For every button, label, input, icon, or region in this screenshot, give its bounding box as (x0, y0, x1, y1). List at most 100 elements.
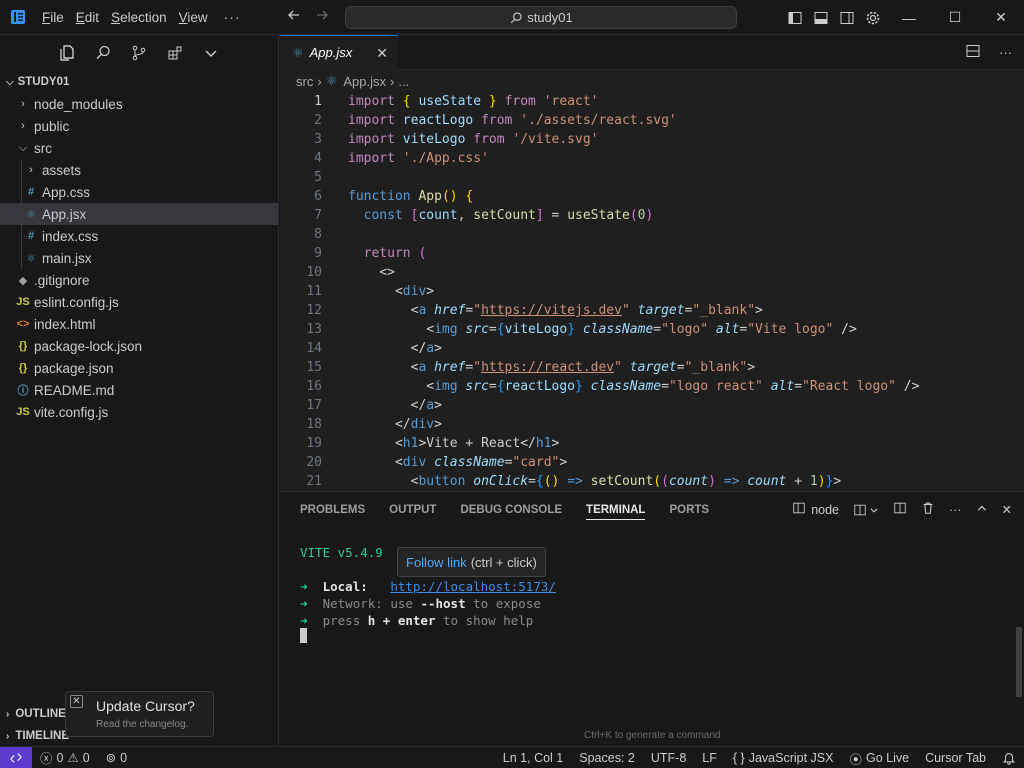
split-terminal-icon[interactable] (893, 501, 907, 518)
tree-file-gitignore[interactable]: ◆ .gitignore (0, 269, 278, 291)
tree-item-label: index.html (34, 316, 96, 332)
menu-file[interactable]: File (36, 0, 70, 35)
tree-folder-src[interactable]: ⌵ src (0, 137, 278, 159)
back-arrow-icon[interactable] (286, 7, 302, 28)
tree-file-index-css[interactable]: # index.css (0, 225, 278, 247)
tree-file-main-jsx[interactable]: ⚛ main.jsx (0, 247, 278, 269)
breadcrumb-folder[interactable]: src (296, 74, 313, 89)
update-notification[interactable]: ✕ Update Cursor? Read the changelog. (65, 691, 214, 737)
tab-ports[interactable]: PORTS (669, 504, 709, 516)
indentation[interactable]: Spaces: 2 (571, 747, 643, 768)
toggle-panel-icon[interactable] (812, 9, 830, 27)
terminal-scrollbar[interactable] (1016, 577, 1022, 697)
tree-file-readme[interactable]: ⓘ README.md (0, 379, 278, 401)
close-icon[interactable]: ✕ (1002, 502, 1012, 517)
tree-item-label: package-lock.json (34, 338, 143, 354)
ports-indicator[interactable]: ⊚ 0 (98, 747, 135, 768)
tab-app-jsx[interactable]: ⚛ App.jsx ✕ (280, 34, 398, 70)
end-of-line[interactable]: LF (694, 747, 725, 768)
tree-file-vite-config[interactable]: JS vite.config.js (0, 401, 278, 423)
scrollbar-thumb[interactable] (1016, 627, 1022, 697)
close-icon[interactable]: ✕ (376, 45, 388, 62)
tab-debug-console[interactable]: DEBUG CONSOLE (460, 504, 562, 516)
minimize-button[interactable]: — (886, 0, 932, 35)
tree-item-label: App.css (42, 184, 91, 200)
language-mode[interactable]: { } JavaScript JSX (725, 747, 842, 768)
broadcast-icon: ⊚ (105, 751, 117, 765)
chevron-down-icon[interactable] (200, 42, 222, 64)
maximize-button[interactable]: ☐ (932, 0, 978, 35)
chevron-down-icon: ⌵ (18, 141, 28, 154)
maximize-panel-icon[interactable] (976, 502, 988, 517)
tree-file-index-html[interactable]: <> index.html (0, 313, 278, 335)
app-logo-icon (0, 0, 36, 35)
code-line: 17 </a> (306, 398, 442, 413)
local-url-link[interactable]: http://localhost:5173/ (390, 579, 556, 594)
command-center-text: study01 (527, 10, 573, 25)
menu-more-button[interactable]: ··· (214, 0, 251, 35)
outline-section-header[interactable]: › OUTLINE (0, 703, 66, 725)
workspace-header[interactable]: ⌵ STUDY01 (0, 71, 278, 93)
code-line: 20 <div className="card"> (306, 455, 568, 470)
menu-selection[interactable]: Selection (105, 0, 173, 35)
activity-bar (0, 35, 278, 71)
code-line: 10 <> (306, 265, 395, 280)
tab-terminal[interactable]: TERMINAL (586, 504, 646, 520)
menu-edit[interactable]: Edit (70, 0, 105, 35)
trash-icon[interactable] (921, 501, 935, 518)
breadcrumb-file[interactable]: App.jsx (343, 74, 386, 89)
terminal-selector[interactable]: node (792, 501, 839, 518)
navigation-arrows (286, 0, 330, 35)
tree-file-app-css[interactable]: # App.css (0, 181, 278, 203)
more-actions-icon[interactable]: ··· (949, 503, 962, 517)
tree-file-package-json[interactable]: {} package.json (0, 357, 278, 379)
split-editor-icon[interactable] (965, 43, 981, 62)
tree-folder-assets[interactable]: › assets (0, 159, 278, 181)
go-live-button[interactable]: ⦿ Go Live (841, 747, 917, 768)
chevron-right-icon: › (6, 730, 10, 742)
more-actions-icon[interactable]: ··· (999, 45, 1012, 60)
chevron-right-icon: › (29, 164, 33, 176)
split-terminal-dropdown[interactable] (853, 503, 879, 517)
encoding[interactable]: UTF-8 (643, 747, 694, 768)
indent-guide (21, 159, 22, 181)
remote-indicator[interactable] (0, 746, 32, 768)
follow-link-action[interactable]: Follow link (406, 555, 467, 570)
settings-gear-icon[interactable] (864, 9, 882, 27)
explorer-files-icon[interactable] (56, 42, 78, 64)
close-window-button[interactable]: ✕ (978, 0, 1024, 35)
breadcrumb-more[interactable]: ... (398, 74, 409, 89)
tree-folder-node-modules[interactable]: › node_modules (0, 93, 278, 115)
code-editor[interactable]: 1 import { useState } from 'react' 2 impor… (280, 92, 1010, 491)
sidebar: ⌵ STUDY01 › node_modules › public ⌵ src … (0, 35, 279, 746)
code-line: 2 import reactLogo from './assets/react.s… (314, 113, 677, 128)
go-live-label: Go Live (865, 751, 910, 765)
editor-tab-bar: ⚛ App.jsx ✕ ··· (280, 34, 1024, 70)
close-icon[interactable]: ✕ (70, 695, 83, 708)
source-control-icon[interactable] (128, 42, 150, 64)
notification-subtitle[interactable]: Read the changelog. (96, 719, 188, 730)
forward-arrow-icon[interactable] (314, 7, 330, 28)
cursor-position[interactable]: Ln 1, Col 1 (495, 747, 571, 768)
tab-label: App.jsx (309, 45, 353, 60)
toggle-primary-sidebar-icon[interactable] (786, 9, 804, 27)
tree-file-app-jsx[interactable]: ⚛ App.jsx (0, 203, 278, 225)
tree-item-label: main.jsx (42, 250, 92, 266)
toggle-secondary-sidebar-icon[interactable] (838, 9, 856, 27)
json-file-icon: {} (18, 340, 28, 352)
bell-icon[interactable] (994, 747, 1024, 768)
extensions-icon[interactable] (164, 42, 186, 64)
problems-indicator[interactable]: ⓧ 0 ⚠ 0 (32, 747, 98, 768)
command-center-search[interactable]: study01 (345, 6, 737, 29)
warning-count: 0 (82, 750, 90, 765)
tree-file-eslint-config[interactable]: JS eslint.config.js (0, 291, 278, 313)
tab-output[interactable]: OUTPUT (389, 504, 436, 516)
editor-actions: ··· (965, 35, 1012, 70)
search-view-icon[interactable] (92, 42, 114, 64)
tab-problems[interactable]: PROBLEMS (300, 504, 365, 516)
cursor-tab-button[interactable]: Cursor Tab (917, 747, 994, 768)
menu-view[interactable]: View (173, 0, 214, 35)
timeline-section-header[interactable]: › TIMELINE (0, 725, 69, 747)
tree-file-package-lock[interactable]: {} package-lock.json (0, 335, 278, 357)
tree-folder-public[interactable]: › public (0, 115, 278, 137)
